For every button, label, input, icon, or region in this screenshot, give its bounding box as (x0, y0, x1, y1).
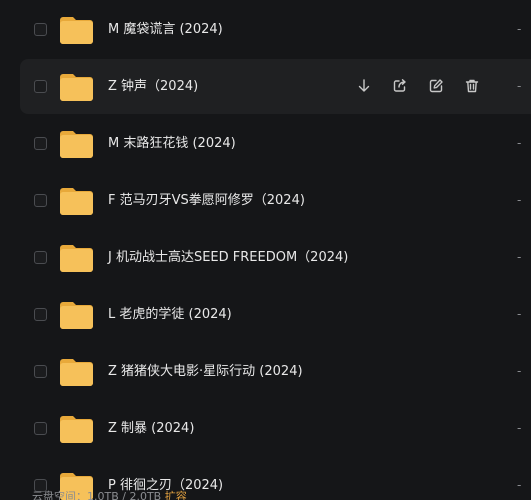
file-row[interactable]: Z 钟声（2024) - (20, 59, 531, 114)
delete-button[interactable] (460, 74, 484, 98)
row-actions (352, 74, 484, 98)
row-checkbox[interactable] (34, 251, 47, 264)
storage-footer: 云盘空间：1.0TB / 2.0TB 扩容 (32, 488, 187, 500)
share-icon (393, 79, 406, 92)
folder-icon (60, 188, 93, 215)
folder-icon (60, 131, 93, 158)
folder-icon (60, 359, 93, 386)
file-row[interactable]: M 末路狂花钱 (2024) - (20, 116, 531, 171)
file-name[interactable]: F 范马刃牙VS拳愿阿修罗（2024) (108, 173, 305, 228)
folder-icon (60, 416, 93, 443)
download-button[interactable] (352, 74, 376, 98)
edit-button[interactable] (424, 74, 448, 98)
storage-usage-text: 云盘空间：1.0TB / 2.0TB (32, 490, 162, 500)
row-checkbox[interactable] (34, 23, 47, 36)
file-row[interactable]: F 范马刃牙VS拳愿阿修罗（2024) - (20, 173, 531, 228)
download-icon (358, 79, 370, 92)
file-meta: - (517, 250, 522, 264)
file-meta: - (517, 193, 522, 207)
file-name[interactable]: M 魔袋谎言 (2024) (108, 2, 223, 57)
file-meta: - (517, 22, 522, 36)
folder-icon (60, 74, 93, 101)
file-meta: - (517, 79, 522, 93)
file-meta: - (517, 136, 522, 150)
file-meta: - (517, 421, 522, 435)
folder-icon (60, 302, 93, 329)
file-meta: - (517, 478, 522, 492)
file-row[interactable]: M 魔袋谎言 (2024) - (20, 2, 531, 57)
folder-icon (60, 245, 93, 272)
share-button[interactable] (388, 74, 412, 98)
file-meta: - (517, 364, 522, 378)
file-row[interactable]: Z 猪猪侠大电影·星际行动 (2024) - (20, 344, 531, 399)
file-list: M 魔袋谎言 (2024) - Z 钟声（2024) - M 末路狂花钱 (20… (0, 0, 531, 500)
file-name[interactable]: J 机动战士高达SEED FREEDOM（2024) (108, 230, 348, 285)
folder-icon (60, 17, 93, 44)
file-meta: - (517, 307, 522, 321)
row-checkbox[interactable] (34, 365, 47, 378)
row-checkbox[interactable] (34, 137, 47, 150)
delete-icon (465, 79, 479, 93)
file-name[interactable]: M 末路狂花钱 (2024) (108, 116, 236, 171)
row-checkbox[interactable] (34, 194, 47, 207)
file-name[interactable]: Z 猪猪侠大电影·星际行动 (2024) (108, 344, 303, 399)
row-checkbox[interactable] (34, 422, 47, 435)
row-checkbox[interactable] (34, 308, 47, 321)
file-name[interactable]: Z 钟声（2024) (108, 59, 198, 114)
file-row[interactable]: J 机动战士高达SEED FREEDOM（2024) - (20, 230, 531, 285)
edit-icon (429, 79, 443, 93)
row-checkbox[interactable] (34, 80, 47, 93)
expand-storage-link[interactable]: 扩容 (165, 490, 187, 500)
file-name[interactable]: L 老虎的学徒 (2024) (108, 287, 232, 342)
file-row[interactable]: Z 制暴 (2024) - (20, 401, 531, 456)
file-name[interactable]: Z 制暴 (2024) (108, 401, 194, 456)
file-row[interactable]: L 老虎的学徒 (2024) - (20, 287, 531, 342)
